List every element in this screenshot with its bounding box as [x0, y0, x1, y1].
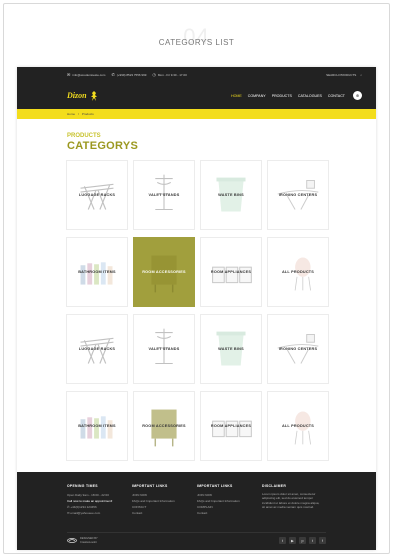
- menu-item-products[interactable]: PRODUCTS: [272, 94, 292, 98]
- category-label: WASTE BINS: [218, 347, 244, 351]
- category-label: ROOM ACCESSORIES: [142, 424, 186, 428]
- cart-icon[interactable]: ⊕: [353, 91, 362, 100]
- category-tile[interactable]: ALL PRODUCTS: [267, 391, 329, 461]
- main-menu: HOME COMPANY PRODUCTS CATALOGUES CONTACT…: [231, 91, 362, 100]
- twitter-icon[interactable]: t: [279, 537, 286, 544]
- footer-col4-title: DISCLAIMER: [262, 484, 287, 488]
- breadcrumb: Home / Products: [17, 109, 376, 119]
- category-tile[interactable]: IRONING CENTERS: [267, 314, 329, 384]
- main-navbar: Dizon HOME COMPANY PRODUCTS CATALOGUES C…: [17, 82, 376, 109]
- page-title: CATEGORYS LIST: [158, 38, 235, 47]
- facebook-icon[interactable]: f: [319, 537, 326, 544]
- category-label: BATHROOM ITEMS: [78, 270, 116, 274]
- phone-icon: ✆: [111, 72, 115, 77]
- category-label: ALL PRODUCTS: [281, 270, 315, 274]
- site-footer: OPENING TIMES Open Daily 9am - 18:00 - 2…: [17, 472, 376, 550]
- category-label: BATHROOM ITEMS: [78, 424, 116, 428]
- breadcrumb-separator: /: [78, 112, 79, 116]
- category-label: LUGGAGE RACKS: [78, 193, 116, 197]
- category-tile[interactable]: ROOM ACCESSORIES: [133, 237, 195, 307]
- footer-links-1: IMPORTANT LINKS JOIN NOW FAQs and Import…: [132, 483, 197, 516]
- menu-item-catalogues[interactable]: CATALOGUES: [298, 94, 322, 98]
- mail-icon: ✉: [67, 72, 71, 77]
- footer-logo-icon: [67, 538, 77, 543]
- category-label: VALET STANDS: [148, 193, 180, 197]
- category-label: VALET STANDS: [148, 347, 180, 351]
- hours-info: ◷ Mon - Fri 9.30 - 17.00: [152, 72, 186, 77]
- category-label: ALL PRODUCTS: [281, 424, 315, 428]
- logo-figure-icon: [90, 90, 97, 101]
- category-tile[interactable]: BATHROOM ITEMS: [66, 391, 128, 461]
- footer-logo: DESIGNED BY CreativeLookit: [67, 537, 98, 544]
- heading-kicker: PRODUCTS: [67, 133, 101, 139]
- footer-col1-title: OPENING TIMES: [67, 484, 98, 488]
- section-heading: PRODUCTS CATEGORYS: [17, 119, 376, 152]
- footer-bottom: DESIGNED BY CreativeLookit t ▶ p t f: [67, 532, 326, 544]
- category-label: WASTE BINS: [218, 193, 244, 197]
- email-info[interactable]: ✉ info@woodentoeste.com: [67, 72, 105, 77]
- heading-title: CATEGORYS: [67, 140, 139, 152]
- category-tile[interactable]: LUGGAGE RACKS: [66, 314, 128, 384]
- category-tile[interactable]: VALET STANDS: [133, 314, 195, 384]
- menu-item-home[interactable]: HOME: [231, 94, 242, 98]
- category-tile[interactable]: ALL PRODUCTS: [267, 237, 329, 307]
- category-tile[interactable]: IRONING CENTERS: [267, 160, 329, 230]
- copyright-line2: CreativeLookit: [80, 540, 97, 544]
- phone-text: (+999) 8523 7556 999: [116, 73, 147, 77]
- footer-link[interactable]: Contact: [197, 510, 262, 516]
- menu-item-contact[interactable]: CONTACT: [328, 94, 345, 98]
- footer-links-2: IMPORTANT LINKS JOIN NOW FAQs and Import…: [197, 483, 262, 516]
- twitter-icon[interactable]: t: [309, 537, 316, 544]
- category-tile[interactable]: ROOM APPLIANCES: [200, 391, 262, 461]
- footer-email-text: email@yahooeee.com: [70, 511, 101, 515]
- footer-link[interactable]: Contact: [132, 510, 197, 516]
- pinterest-icon[interactable]: p: [299, 537, 306, 544]
- breadcrumb-home[interactable]: Home: [67, 112, 75, 116]
- hours-text: Mon - Fri 9.30 - 17.00: [157, 73, 187, 77]
- category-tile[interactable]: VALET STANDS: [133, 160, 195, 230]
- footer-disclaimer-text: Lorem ipsum dolor sit amet, consectetur …: [262, 492, 320, 510]
- search-link[interactable]: SEARCH PRODUCTS ⌕: [326, 73, 362, 77]
- clock-icon: ◷: [152, 72, 156, 77]
- search-icon: ⌕: [360, 72, 362, 77]
- category-tile[interactable]: WASTE BINS: [200, 314, 262, 384]
- footer-col3-title: IMPORTANT LINKS: [197, 484, 233, 488]
- category-tile[interactable]: ROOM ACCESSORIES: [133, 391, 195, 461]
- category-tile[interactable]: ROOM APPLIANCES: [200, 237, 262, 307]
- category-label: ROOM APPLIANCES: [210, 424, 252, 428]
- category-tile[interactable]: BATHROOM ITEMS: [66, 237, 128, 307]
- breadcrumb-current: Products: [81, 112, 94, 116]
- search-label: SEARCH PRODUCTS: [326, 72, 357, 77]
- website-mockup: ✉ info@woodentoeste.com ✆ (+999) 8523 7556…: [17, 67, 376, 550]
- top-info-bar: ✉ info@woodentoeste.com ✆ (+999) 8523 7556…: [17, 67, 376, 82]
- category-label: LUGGAGE RACKS: [78, 347, 116, 351]
- category-label: IRONING CENTERS: [278, 193, 318, 197]
- footer-col2-title: IMPORTANT LINKS: [132, 484, 168, 488]
- youtube-icon[interactable]: ▶: [289, 537, 296, 544]
- footer-email[interactable]: ✉ email@yahooeee.com: [67, 510, 132, 516]
- footer-phone-text: +44(0)1234 123456: [70, 505, 97, 509]
- category-label: ROOM ACCESSORIES: [142, 270, 186, 274]
- social-links: t ▶ p t f: [279, 537, 326, 544]
- menu-item-company[interactable]: COMPANY: [248, 94, 266, 98]
- category-tile[interactable]: WASTE BINS: [200, 160, 262, 230]
- email-text: info@woodentoeste.com: [72, 73, 106, 77]
- category-tile[interactable]: LUGGAGE RACKS: [66, 160, 128, 230]
- category-label: IRONING CENTERS: [278, 347, 318, 351]
- footer-opening-times: OPENING TIMES Open Daily 9am - 18:00 - 2…: [67, 483, 132, 516]
- phone-info[interactable]: ✆ (+999) 8523 7556 999: [111, 72, 146, 77]
- logo-text: Dizon: [67, 91, 87, 100]
- footer-disclaimer: DISCLAIMER Lorem ipsum dolor sit amet, c…: [262, 483, 322, 516]
- category-grid: LUGGAGE RACKS VALET STANDS WASTE BINS IRONI…: [66, 160, 329, 461]
- category-label: ROOM APPLIANCES: [210, 270, 252, 274]
- site-logo[interactable]: Dizon: [67, 90, 99, 102]
